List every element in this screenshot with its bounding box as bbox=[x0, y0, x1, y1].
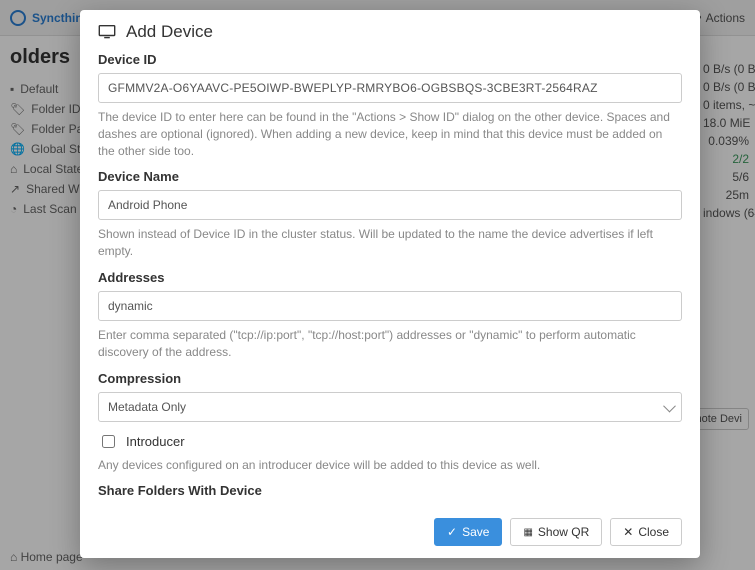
check-icon: ✓ bbox=[447, 525, 457, 539]
introducer-checkbox[interactable] bbox=[102, 435, 115, 448]
close-icon: ✕ bbox=[623, 525, 633, 539]
dialog-body: Device ID The device ID to enter here ca… bbox=[80, 52, 700, 506]
device-name-help: Shown instead of Device ID in the cluste… bbox=[98, 226, 682, 260]
share-folders-group: Share Folders With Device Select the fol… bbox=[98, 483, 682, 506]
share-folders-label: Share Folders With Device bbox=[98, 483, 682, 498]
compression-group: Compression bbox=[98, 371, 682, 422]
device-id-help: The device ID to enter here can be found… bbox=[98, 109, 682, 159]
dialog-header: Add Device bbox=[80, 10, 700, 52]
add-device-dialog: Add Device Device ID The device ID to en… bbox=[80, 10, 700, 558]
introducer-help: Any devices configured on an introducer … bbox=[98, 457, 682, 474]
device-name-group: Device Name Shown instead of Device ID i… bbox=[98, 169, 682, 260]
dialog-footer: ✓ Save ▦ Show QR ✕ Close bbox=[80, 506, 700, 558]
addresses-input[interactable] bbox=[98, 291, 682, 321]
compression-select[interactable] bbox=[98, 392, 682, 422]
device-name-input[interactable] bbox=[98, 190, 682, 220]
save-button[interactable]: ✓ Save bbox=[434, 518, 502, 546]
compression-label: Compression bbox=[98, 371, 682, 386]
device-id-label: Device ID bbox=[98, 52, 682, 67]
addresses-help: Enter comma separated ("tcp://ip:port", … bbox=[98, 327, 682, 361]
qr-icon: ▦ bbox=[523, 527, 532, 538]
device-name-label: Device Name bbox=[98, 169, 682, 184]
show-qr-button-label: Show QR bbox=[538, 525, 589, 539]
dialog-title: Add Device bbox=[126, 22, 213, 42]
close-button-label: Close bbox=[638, 525, 669, 539]
introducer-group: Introducer Any devices configured on an … bbox=[98, 432, 682, 474]
introducer-label: Introducer bbox=[126, 434, 185, 449]
close-button[interactable]: ✕ Close bbox=[610, 518, 682, 546]
save-button-label: Save bbox=[462, 525, 489, 539]
addresses-group: Addresses Enter comma separated ("tcp://… bbox=[98, 270, 682, 361]
device-id-group: Device ID The device ID to enter here ca… bbox=[98, 52, 682, 159]
device-id-input[interactable] bbox=[98, 73, 682, 103]
show-qr-button[interactable]: ▦ Show QR bbox=[510, 518, 602, 546]
monitor-icon bbox=[98, 25, 116, 39]
addresses-label: Addresses bbox=[98, 270, 682, 285]
